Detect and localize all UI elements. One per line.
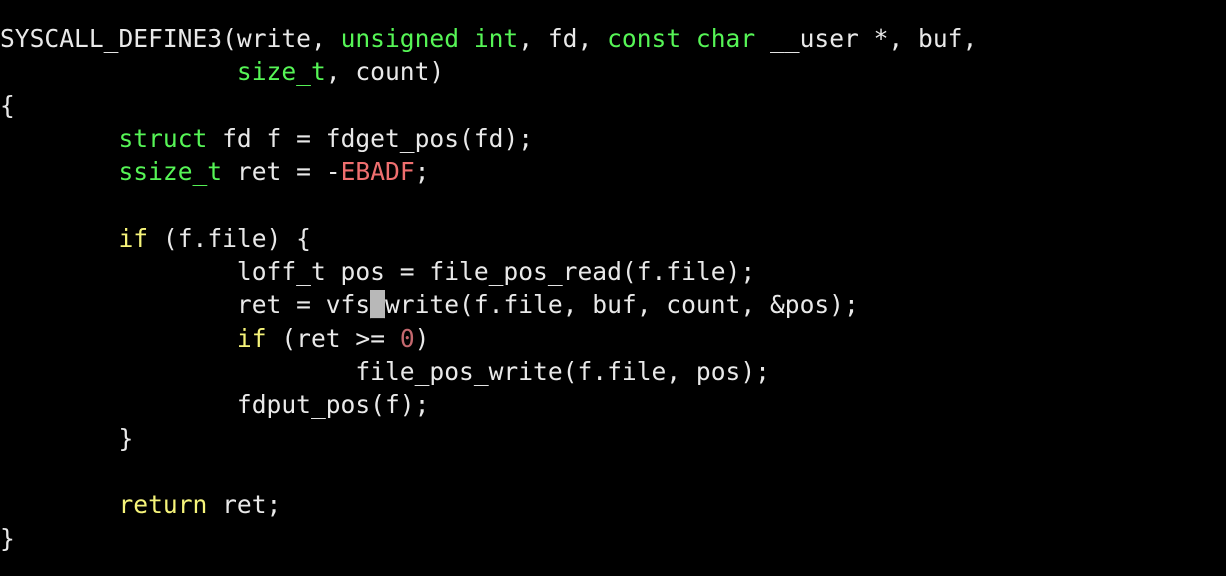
code-line[interactable]: file_pos_write(f.file, pos); bbox=[0, 355, 770, 388]
code-line[interactable]: struct fd f = fdget_pos(fd); bbox=[0, 122, 533, 155]
code-token-plain: } bbox=[0, 423, 134, 453]
code-line[interactable]: return ret; bbox=[0, 488, 281, 521]
code-token-plain: , count) bbox=[325, 57, 445, 87]
code-token-plain: } bbox=[0, 523, 15, 553]
code-line[interactable]: ssize_t ret = -EBADF; bbox=[0, 155, 429, 188]
code-token-type: struct bbox=[118, 123, 208, 153]
code-line[interactable]: loff_t pos = file_pos_read(f.file); bbox=[0, 255, 755, 288]
code-line[interactable]: SYSCALL_DEFINE3(write, unsigned int, fd,… bbox=[0, 22, 977, 55]
code-line[interactable] bbox=[0, 455, 15, 488]
code-token-keyword: return bbox=[118, 490, 208, 520]
code-line[interactable]: if (ret >= 0) bbox=[0, 322, 430, 355]
code-token-plain: fdput_pos(f); bbox=[0, 390, 430, 420]
code-line[interactable]: } bbox=[0, 422, 133, 455]
code-line[interactable]: } bbox=[0, 522, 15, 555]
code-token-keyword: if bbox=[118, 223, 149, 253]
code-token-plain: file_pos_write(f.file, pos); bbox=[0, 357, 770, 386]
code-token-plain: (f.file) { bbox=[148, 223, 311, 253]
code-token-type: unsigned int bbox=[340, 24, 519, 53]
code-token-plain: (ret >= bbox=[266, 323, 400, 353]
code-token-plain: ; bbox=[414, 157, 430, 187]
code-token-plain: { bbox=[0, 90, 15, 120]
code-token-plain: __user *, buf, bbox=[755, 24, 978, 53]
code-token-plain: SYSCALL_DEFINE3(write, bbox=[0, 24, 341, 53]
text-cursor: _ bbox=[370, 290, 385, 320]
code-line[interactable]: size_t, count) bbox=[0, 55, 444, 88]
code-token-plain: , fd, bbox=[518, 24, 608, 53]
code-line[interactable]: ret = vfs_write(f.file, buf, count, &pos… bbox=[0, 288, 859, 321]
code-token-type: ssize_t bbox=[118, 157, 223, 187]
code-token-plain: write(f.file, buf, count, &pos); bbox=[384, 290, 859, 320]
code-line[interactable] bbox=[0, 189, 15, 222]
code-token-number: 0 bbox=[399, 323, 415, 353]
code-token-type: const char bbox=[607, 24, 756, 53]
code-token-keyword: if bbox=[236, 323, 267, 353]
code-line[interactable]: { bbox=[0, 89, 15, 122]
code-token-macro: EBADF bbox=[340, 157, 415, 187]
code-line[interactable]: fdput_pos(f); bbox=[0, 388, 430, 421]
code-token-plain: fd f = fdget_pos(fd); bbox=[207, 123, 534, 153]
code-line[interactable]: if (f.file) { bbox=[0, 222, 311, 255]
code-token-plain: ) bbox=[414, 323, 430, 353]
code-token-type: size_t bbox=[236, 57, 326, 87]
code-token-plain: ret = - bbox=[222, 157, 341, 187]
code-token-plain: ret; bbox=[207, 490, 282, 520]
code-token-plain: ret = vfs bbox=[0, 290, 371, 320]
code-view[interactable]: SYSCALL_DEFINE3(write, unsigned int, fd,… bbox=[0, 0, 1226, 576]
code-token-plain: loff_t pos = file_pos_read(f.file); bbox=[0, 257, 756, 287]
